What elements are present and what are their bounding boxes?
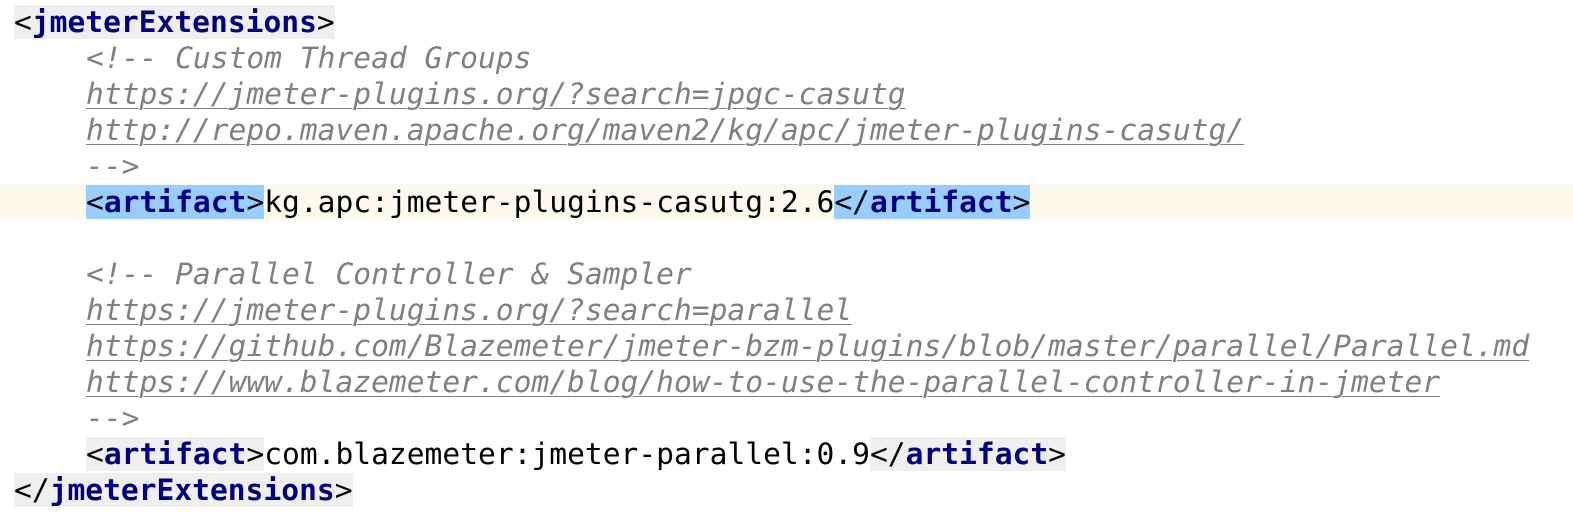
comment-link[interactable]: https://jmeter-plugins.org/?search=jpgc-… [86, 77, 906, 111]
comment-title: Custom Thread Groups [175, 41, 532, 75]
open-artifact-tag: <artifact> [86, 437, 265, 471]
comment-open: <!-- [86, 41, 176, 75]
comment-close: --> [86, 401, 140, 435]
comment-open: <!-- [86, 257, 176, 291]
code-line[interactable]: https://github.com/Blazemeter/jmeter-bzm… [0, 328, 1573, 364]
close-root-tag: </jmeterExtensions> [14, 473, 353, 507]
comment-close: --> [86, 149, 140, 183]
open-root-tag: <jmeterExtensions> [14, 5, 335, 39]
close-artifact-tag: </artifact> [869, 437, 1066, 471]
code-line[interactable]: <!-- Parallel Controller & Sampler [0, 256, 1573, 292]
tag-name: jmeterExtensions [31, 5, 317, 39]
comment-link[interactable]: https://www.blazemeter.com/blog/how-to-u… [86, 365, 1440, 399]
open-artifact-tag: <artifact> [86, 185, 265, 219]
code-line[interactable]: https://jmeter-plugins.org/?search=paral… [0, 292, 1573, 328]
code-line[interactable]: --> [0, 148, 1573, 184]
code-line[interactable]: </jmeterExtensions> [0, 472, 1573, 508]
tag-name: artifact [905, 437, 1049, 471]
comment-link[interactable]: https://jmeter-plugins.org/?search=paral… [86, 293, 852, 327]
code-line-blank[interactable] [0, 220, 1573, 256]
code-line[interactable]: <artifact>com.blazemeter:jmeter-parallel… [0, 436, 1573, 472]
comment-link[interactable]: http://repo.maven.apache.org/maven2/kg/a… [86, 113, 1244, 147]
comment-title: Parallel Controller & Sampler [175, 257, 692, 291]
artifact-value: kg.apc:jmeter-plugins-casutg:2.6 [264, 185, 835, 219]
tag-name: artifact [103, 437, 247, 471]
code-line[interactable]: https://www.blazemeter.com/blog/how-to-u… [0, 364, 1573, 400]
comment-link[interactable]: https://github.com/Blazemeter/jmeter-bzm… [86, 329, 1529, 363]
tag-name: jmeterExtensions [49, 473, 335, 507]
tag-name: artifact [103, 185, 247, 219]
code-line-current[interactable]: <artifact>kg.apc:jmeter-plugins-casutg:2… [0, 184, 1573, 220]
code-line[interactable]: https://jmeter-plugins.org/?search=jpgc-… [0, 76, 1573, 112]
code-editor[interactable]: <jmeterExtensions> <!-- Custom Thread Gr… [0, 4, 1573, 508]
code-line[interactable]: <!-- Custom Thread Groups [0, 40, 1573, 76]
artifact-value: com.blazemeter:jmeter-parallel:0.9 [264, 437, 870, 471]
code-line[interactable]: --> [0, 400, 1573, 436]
code-line[interactable]: <jmeterExtensions> [0, 4, 1573, 40]
close-artifact-tag: </artifact> [834, 185, 1031, 219]
tag-name: artifact [870, 185, 1013, 219]
code-line[interactable]: http://repo.maven.apache.org/maven2/kg/a… [0, 112, 1573, 148]
